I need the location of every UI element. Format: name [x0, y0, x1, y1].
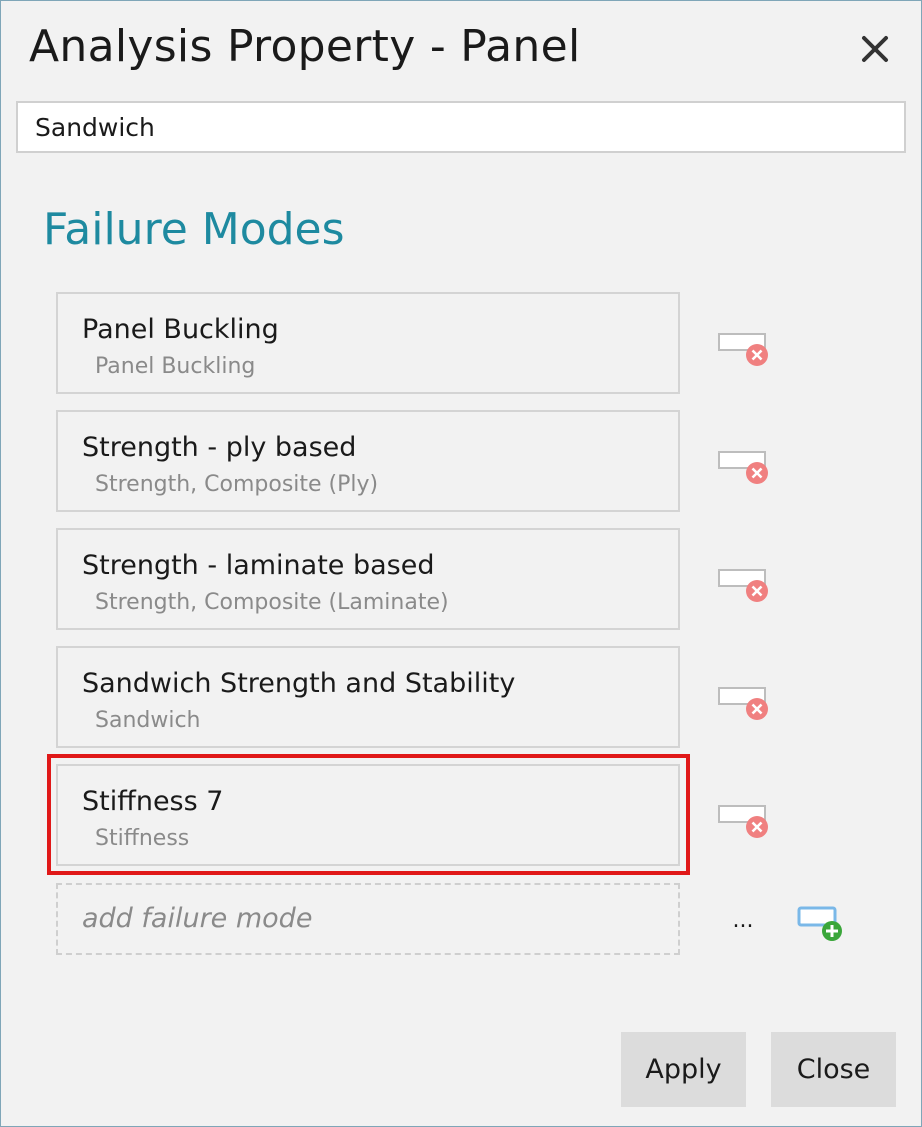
failure-mode-type: Strength, Composite (Laminate) — [95, 590, 449, 615]
remove-item-icon[interactable] — [717, 568, 769, 604]
close-icon[interactable] — [857, 31, 893, 67]
remove-item-icon[interactable] — [717, 332, 769, 368]
failure-mode-title: Strength - ply based — [82, 432, 357, 463]
add-failure-mode-field[interactable]: add failure mode — [56, 883, 680, 955]
failure-mode-item[interactable]: Strength - ply based Strength, Composite… — [56, 410, 680, 512]
failure-mode-item[interactable]: Panel Buckling Panel Buckling — [56, 292, 680, 394]
failure-mode-item-selected[interactable]: Stiffness 7 Stiffness — [56, 764, 680, 866]
failure-mode-item[interactable]: Sandwich Strength and Stability Sandwich — [56, 646, 680, 748]
failure-mode-title: Sandwich Strength and Stability — [82, 668, 516, 699]
failure-mode-title: Strength - laminate based — [82, 550, 435, 581]
apply-button[interactable]: Apply — [621, 1032, 746, 1107]
remove-item-icon[interactable] — [717, 450, 769, 486]
failure-mode-title: Panel Buckling — [82, 314, 279, 345]
failure-modes-heading: Failure Modes — [43, 204, 345, 255]
failure-mode-type: Strength, Composite (Ply) — [95, 472, 379, 497]
add-item-icon[interactable] — [796, 905, 846, 945]
dialog-title: Analysis Property - Panel — [29, 21, 581, 72]
failure-mode-type: Sandwich — [95, 708, 201, 733]
browse-button[interactable]: ... — [727, 901, 759, 941]
failure-mode-type: Stiffness — [95, 826, 190, 851]
remove-item-icon[interactable] — [717, 686, 769, 722]
analysis-property-dialog: Analysis Property - Panel Failure Modes … — [0, 0, 922, 1127]
close-button[interactable]: Close — [771, 1032, 896, 1107]
failure-mode-type: Panel Buckling — [95, 354, 256, 379]
property-name-input[interactable] — [16, 101, 906, 153]
failure-mode-title: Stiffness 7 — [82, 786, 224, 817]
add-failure-mode-placeholder: add failure mode — [82, 903, 313, 934]
remove-item-icon[interactable] — [717, 804, 769, 840]
failure-mode-item[interactable]: Strength - laminate based Strength, Comp… — [56, 528, 680, 630]
